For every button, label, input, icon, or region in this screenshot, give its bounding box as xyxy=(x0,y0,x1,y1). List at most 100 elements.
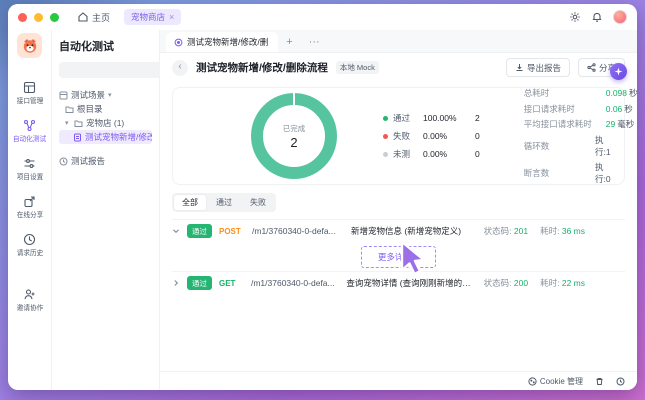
chevron-right-icon[interactable] xyxy=(172,279,180,287)
chevron-down-icon: ▾ xyxy=(65,119,71,127)
status-code: 状态码: 201 xyxy=(484,225,528,237)
tree-label: 宠物店 (1) xyxy=(86,117,124,129)
trash-icon xyxy=(595,377,604,386)
tree-label: 测试宠物新增/修改/删... xyxy=(85,131,152,143)
scenarios-icon xyxy=(59,91,68,100)
assistant-float-button[interactable] xyxy=(610,63,627,80)
sparkle-icon xyxy=(614,67,623,76)
sliders-icon xyxy=(23,157,36,170)
app-logo[interactable] xyxy=(17,33,42,58)
tree-item-root-dir[interactable]: 根目录 xyxy=(59,102,152,116)
project-tab-label: 宠物商店 xyxy=(131,11,165,23)
tree-label: 根目录 xyxy=(77,103,103,115)
trash-button[interactable] xyxy=(595,377,604,386)
pass-badge: 通过 xyxy=(187,224,212,238)
test-case-icon xyxy=(73,133,82,142)
history-clock-icon xyxy=(23,233,36,246)
settings-gear-icon[interactable] xyxy=(569,11,581,23)
notifications-bell-icon[interactable] xyxy=(591,11,603,23)
tree-label: 测试报告 xyxy=(71,155,105,167)
pass-dot-icon xyxy=(383,116,388,121)
export-report-button[interactable]: 导出报告 xyxy=(506,58,570,77)
tab-target-icon xyxy=(174,38,183,47)
report-title: 测试宠物新增/修改/删除流程 xyxy=(196,60,328,75)
rail-label: 在线分享 xyxy=(16,210,43,220)
donut-center-value: 2 xyxy=(290,135,297,150)
rail-item-online-share[interactable]: 在线分享 xyxy=(16,195,44,220)
user-avatar[interactable] xyxy=(613,10,627,24)
automation-flow-icon xyxy=(23,119,36,132)
api-grid-icon xyxy=(23,81,36,94)
filter-tab-fail[interactable]: 失败 xyxy=(242,195,274,210)
rail-item-project-settings[interactable]: 项目设置 xyxy=(16,157,44,182)
step-name: 查询宠物详情 (查询刚刚新增的宠物) xyxy=(346,277,476,289)
back-button[interactable]: ‹ xyxy=(172,60,188,76)
more-details-button[interactable]: 更多详情 > xyxy=(361,246,436,268)
new-tab-button[interactable]: + xyxy=(278,36,300,52)
summary-card: 已完成 2 通过 100.00% 2 失败 xyxy=(172,87,625,185)
clock-icon xyxy=(616,377,625,386)
stat-loop-count: 循环数 执行:1 失败:0 xyxy=(524,134,637,158)
result-row-get[interactable]: 通过 GET /m1/3760340-0-defa... 查询宠物详情 (查询刚… xyxy=(172,272,625,294)
home-icon xyxy=(77,11,89,23)
titlebar: 主页 宠物商店 × xyxy=(8,4,637,30)
cookie-manager-button[interactable]: Cookie 管理 xyxy=(528,376,583,387)
tree-item-test-case[interactable]: 测试宠物新增/修改/删... xyxy=(59,130,152,144)
rail-item-invite[interactable]: 邀请协作 xyxy=(16,288,44,313)
cookie-manager-label: Cookie 管理 xyxy=(540,376,583,387)
result-row-post[interactable]: 通过 POST /m1/3760340-0-defa... 新增宠物信息 (新增… xyxy=(172,220,625,242)
logo-icon xyxy=(21,37,39,55)
zoom-window-button[interactable] xyxy=(50,13,59,22)
tab-overflow-button[interactable]: ··· xyxy=(301,36,328,52)
pass-rate-donut-chart: 已完成 2 xyxy=(251,93,337,179)
minimize-window-button[interactable] xyxy=(34,13,43,22)
filter-tab-all[interactable]: 全部 xyxy=(174,195,206,210)
rail-label: 邀请协作 xyxy=(16,303,43,313)
elapsed-time: 耗时: 36 ms xyxy=(540,225,585,237)
environment-tag: 本地 Mock xyxy=(336,61,379,74)
sidebar-title: 自动化测试 xyxy=(59,38,152,54)
elapsed-time: 耗时: 22 ms xyxy=(540,277,585,289)
tree-label: 测试场景 xyxy=(71,89,105,101)
report-header: ‹ 测试宠物新增/修改/删除流程 本地 Mock 导出报告 分享 xyxy=(160,53,637,82)
pass-badge: 通过 xyxy=(187,276,212,290)
sidebar: 自动化测试 + 测试场景 ▾ 根目录 xyxy=(52,30,160,390)
status-code: 状态码: 200 xyxy=(484,277,528,289)
home-tab[interactable]: 主页 xyxy=(77,11,110,24)
statusbar: Cookie 管理 xyxy=(160,371,637,390)
project-tab[interactable]: 宠物商店 × xyxy=(124,9,181,25)
icon-rail: 接口管理 自动化测试 项目设置 在线分享 请求历史 邀请协作 xyxy=(8,30,52,390)
donut-center-label: 已完成 xyxy=(283,123,306,134)
rail-item-automated-testing[interactable]: 自动化测试 xyxy=(12,119,47,144)
rail-label: 项目设置 xyxy=(16,172,43,182)
rail-item-request-history[interactable]: 请求历史 xyxy=(16,233,44,258)
share-nodes-icon xyxy=(587,63,596,72)
app-window: 主页 宠物商店 × 接口管 xyxy=(8,4,637,390)
tree-section-scenarios[interactable]: 测试场景 ▾ xyxy=(59,88,152,102)
rail-label: 接口管理 xyxy=(16,96,43,106)
tree-item-pet-shop-folder[interactable]: ▾ 宠物店 (1) xyxy=(59,116,152,130)
main-panel: 测试宠物新增/修改/删 + ··· ‹ 测试宠物新增/修改/删除流程 本地 Mo… xyxy=(160,30,637,390)
stat-request-time: 接口请求耗时 0.06 秒 xyxy=(524,103,637,115)
rail-item-api-management[interactable]: 接口管理 xyxy=(16,81,44,106)
summary-stats: 总耗时 0.098 秒 接口请求耗时 0.06 秒 平均接口请求耗时 29 xyxy=(524,87,637,185)
stat-total-time: 总耗时 0.098 秒 xyxy=(524,87,637,99)
chevron-down-icon[interactable] xyxy=(172,227,180,235)
fail-dot-icon xyxy=(383,134,388,139)
close-window-button[interactable] xyxy=(18,13,27,22)
timer-button[interactable] xyxy=(616,377,625,386)
legend-row-pass: 通过 100.00% 2 xyxy=(383,112,480,124)
document-tabbar: 测试宠物新增/修改/删 + ··· xyxy=(160,30,637,53)
export-report-label: 导出报告 xyxy=(527,62,561,74)
project-tab-close-icon[interactable]: × xyxy=(169,12,174,22)
folder-open-icon xyxy=(74,119,83,128)
result-filter-bar: 全部 通过 失败 xyxy=(172,193,625,212)
tree-section-reports[interactable]: 测试报告 xyxy=(59,154,152,168)
filter-tab-pass[interactable]: 通过 xyxy=(208,195,240,210)
chevron-down-icon: ▾ xyxy=(108,91,114,99)
cookie-icon xyxy=(528,377,537,386)
report-content: 已完成 2 通过 100.00% 2 失败 xyxy=(160,82,637,371)
folder-icon xyxy=(65,105,74,114)
document-tab-active[interactable]: 测试宠物新增/修改/删 xyxy=(166,32,278,52)
stat-avg-request-time: 平均接口请求耗时 29 毫秒 xyxy=(524,118,637,130)
